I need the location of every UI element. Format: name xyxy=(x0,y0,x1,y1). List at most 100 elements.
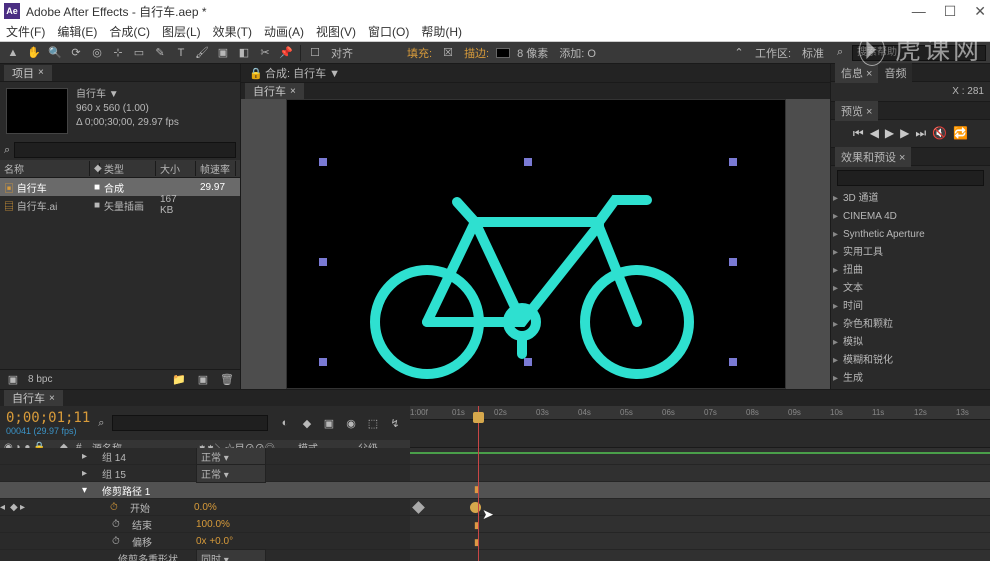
effect-category[interactable]: ▸Synthetic Aperture xyxy=(831,226,990,244)
search-icon[interactable]: ⌕ xyxy=(4,144,10,157)
col-size[interactable]: 大小 xyxy=(156,161,196,176)
trim-multi-dropdown[interactable]: 同时 ▾ xyxy=(196,549,266,561)
tl-tool-icon[interactable]: ▣ xyxy=(320,414,338,432)
stopwatch-icon[interactable]: ⏱ xyxy=(112,519,126,530)
bezier-icon[interactable]: ⌃ xyxy=(730,44,748,62)
keyframe-selected-icon[interactable] xyxy=(470,502,481,513)
comp-header-label[interactable]: 合成: 自行车 ▼ xyxy=(265,65,340,81)
menu-effect[interactable]: 效果(T) xyxy=(213,23,252,40)
zoom-tool-icon[interactable]: 🔍 xyxy=(46,44,64,62)
composition-viewer[interactable] xyxy=(241,99,830,389)
comp-name[interactable]: 自行车 ▼ xyxy=(76,88,179,102)
effect-category[interactable]: ▸杂色和颗粒 xyxy=(831,316,990,334)
effects-search-input[interactable] xyxy=(837,170,984,186)
effect-category[interactable]: ▸模拟 xyxy=(831,334,990,352)
tl-tool-icon[interactable]: ◐ xyxy=(276,414,294,432)
fill-swatch-icon[interactable]: ☒ xyxy=(439,44,457,62)
rect-tool-icon[interactable]: ▭ xyxy=(130,44,148,62)
roto-tool-icon[interactable]: ✂ xyxy=(256,44,274,62)
add-label[interactable]: 添加: O xyxy=(555,45,600,61)
new-folder-icon[interactable]: 📁 xyxy=(170,371,188,389)
menu-comp[interactable]: 合成(C) xyxy=(109,23,150,40)
property-row[interactable]: 修剪多重形状 同时 ▾ xyxy=(0,550,410,561)
tl-tool-icon[interactable]: ◉ xyxy=(342,414,360,432)
start-value[interactable]: 0.0% xyxy=(194,502,217,513)
stroke-px[interactable]: 8 像素 xyxy=(513,45,552,61)
col-fps[interactable]: 帧速率 xyxy=(196,161,236,176)
stopwatch-icon[interactable]: ⏱ xyxy=(112,536,126,547)
project-item[interactable]: ▣ 自行车 ■ 合成 29.97 xyxy=(0,178,240,196)
menu-file[interactable]: 文件(F) xyxy=(6,23,45,40)
timeline-timecode[interactable]: 0;00;01;11 xyxy=(6,410,90,426)
effect-category[interactable]: ▸CINEMA 4D xyxy=(831,208,990,226)
comp-tab[interactable]: 自行车× xyxy=(245,83,304,99)
snap-toggle-icon[interactable]: ☐ xyxy=(306,44,324,62)
lock-icon[interactable]: 🔒 xyxy=(247,64,265,82)
tl-tool-icon[interactable]: ⬚ xyxy=(364,414,382,432)
project-tab[interactable]: 项目× xyxy=(4,65,52,81)
trash-icon[interactable]: 🗑 xyxy=(218,371,236,389)
stroke-label[interactable]: 描边: xyxy=(460,45,493,61)
eraser-tool-icon[interactable]: ◧ xyxy=(235,44,253,62)
search-icon[interactable]: ⌕ xyxy=(98,417,104,430)
new-comp-icon[interactable]: ▣ xyxy=(194,371,212,389)
last-frame-icon[interactable]: ⏭ xyxy=(915,126,926,141)
timeline-tab[interactable]: 自行车× xyxy=(4,390,63,406)
tl-tool-icon[interactable]: ↯ xyxy=(386,414,404,432)
project-item[interactable]: ▤ 自行车.ai ■ 矢量插画 167 KB xyxy=(0,196,240,214)
menu-anim[interactable]: 动画(A) xyxy=(264,23,304,40)
effect-category[interactable]: ▸时间 xyxy=(831,298,990,316)
prev-frame-icon[interactable]: ◀ xyxy=(870,126,879,141)
col-type[interactable]: 类型 xyxy=(100,161,156,176)
effect-category[interactable]: ▸生成 xyxy=(831,370,990,388)
clone-tool-icon[interactable]: ▣ xyxy=(214,44,232,62)
next-frame-icon[interactable]: ▶ xyxy=(900,126,909,141)
menu-layer[interactable]: 图层(L) xyxy=(162,23,201,40)
minimize-button[interactable]: — xyxy=(912,3,926,20)
loop-icon[interactable]: 🔁 xyxy=(953,126,968,141)
layer-row[interactable]: ▾ 修剪路径 1 xyxy=(0,482,410,499)
search-icon[interactable]: ⌕ xyxy=(831,44,849,62)
effect-category[interactable]: ▸实用工具 xyxy=(831,244,990,262)
keyframe-icon[interactable] xyxy=(412,501,425,514)
puppet-tool-icon[interactable]: 📌 xyxy=(277,44,295,62)
effects-tab[interactable]: 效果和预设 × xyxy=(835,147,911,167)
play-icon[interactable]: ▶ xyxy=(885,126,894,141)
bpc-toggle[interactable]: 8 bpc xyxy=(28,374,52,385)
camera-tool-icon[interactable]: ◎ xyxy=(88,44,106,62)
interpret-icon[interactable]: ▣ xyxy=(4,371,22,389)
playhead-head-icon[interactable] xyxy=(473,412,484,423)
menu-edit[interactable]: 编辑(E) xyxy=(57,23,97,40)
timeline-tracks[interactable]: ▮ ➤ ▮ ▮ xyxy=(410,448,990,561)
property-row[interactable]: ◂◆▸ ⏱ 开始 0.0% xyxy=(0,499,410,516)
end-value[interactable]: 100.0% xyxy=(196,519,230,530)
menu-help[interactable]: 帮助(H) xyxy=(421,23,462,40)
project-search-input[interactable] xyxy=(14,142,236,158)
close-icon[interactable]: × xyxy=(290,86,296,97)
workspace-value[interactable]: 标准 xyxy=(798,45,828,61)
mute-icon[interactable]: 🔇 xyxy=(932,126,947,141)
col-label[interactable]: ◆ xyxy=(90,163,100,174)
close-icon[interactable]: × xyxy=(38,67,44,78)
layer-row[interactable]: ▸ 组 15 正常 ▾ xyxy=(0,465,410,482)
col-name[interactable]: 名称 xyxy=(0,161,90,176)
brush-tool-icon[interactable]: 🖌 xyxy=(193,44,211,62)
effect-category[interactable]: ▸扭曲 xyxy=(831,262,990,280)
stroke-swatch[interactable] xyxy=(496,48,510,58)
rotate-tool-icon[interactable]: ⟳ xyxy=(67,44,85,62)
first-frame-icon[interactable]: ⏮ xyxy=(853,126,864,141)
tl-tool-icon[interactable]: ◆ xyxy=(298,414,316,432)
effect-category[interactable]: ▸模糊和锐化 xyxy=(831,352,990,370)
effect-category[interactable]: ▸3D 通道 xyxy=(831,190,990,208)
blend-mode-dropdown[interactable]: 正常 ▾ xyxy=(196,464,266,483)
menu-window[interactable]: 窗口(O) xyxy=(368,23,409,40)
menu-view[interactable]: 视图(V) xyxy=(316,23,356,40)
effect-category[interactable]: ▸文本 xyxy=(831,280,990,298)
stopwatch-icon[interactable]: ⏱ xyxy=(110,502,124,513)
hand-tool-icon[interactable]: ✋ xyxy=(25,44,43,62)
maximize-button[interactable]: ☐ xyxy=(944,3,957,20)
close-button[interactable]: ✕ xyxy=(974,3,986,20)
selection-tool-icon[interactable]: ▲ xyxy=(4,44,22,62)
pen-tool-icon[interactable]: ✎ xyxy=(151,44,169,62)
timeline-search-input[interactable] xyxy=(112,415,268,431)
